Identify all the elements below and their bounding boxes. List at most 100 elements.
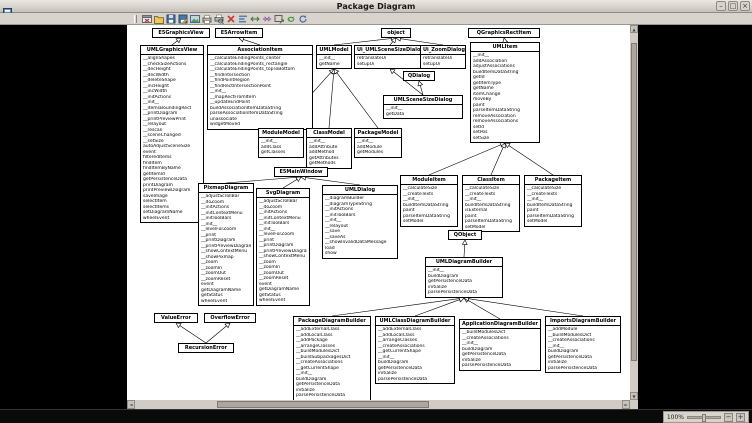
scroll-left-icon[interactable]: ◄ [127,400,135,409]
method-list: __calculateSize__createTexts__init__buil… [463,185,519,231]
method-name: wheelEvent [201,299,251,305]
uml-class-UMLSceneSizeDialog[interactable]: UMLSceneSizeDialog__init__getData [383,95,463,119]
method-list: __init__addModulegetModules [355,138,401,157]
zoom-slider-handle[interactable] [702,414,706,422]
delete-shape-icon[interactable] [225,14,237,25]
method-list: __adjustScrollBar__doZoom__initActions__… [257,198,309,305]
uml-class-QGraphicsRectItem[interactable]: QGraphicsRectItem [468,28,540,38]
uml-class-UMLClassDiagramBuilder[interactable]: UMLClassDiagramBuilder__addExternalClass… [375,316,455,384]
method-name: parsePersistenceData [548,366,618,372]
relayout-icon[interactable] [285,14,297,25]
method-name: getName [319,62,349,68]
load-diagram-icon[interactable] [153,14,165,25]
save-as-icon[interactable] [177,14,189,25]
method-list: __alignShapes__checkSizeActions__decHeig… [141,55,203,222]
uml-class-AssociationItem[interactable]: AssociationItem__calculateEndingPoints_c… [207,45,313,130]
workspace: E5GraphicsView E5ArrowItem object QGraphics… [0,25,752,409]
uml-class-UMLDialog[interactable]: UMLDialog__diagramBuilder__diagramTypeSt… [322,185,398,259]
uml-class-PixmapDiagram[interactable]: PixmapDiagram__adjustScrollBar__doZoom__… [198,183,254,306]
uml-class-PackageItem[interactable]: PackageItem__calculateSize__createTexts_… [524,175,582,227]
method-list: __adjustScrollBar__doZoom__initActions__… [199,193,253,305]
scroll-up-icon[interactable]: ▲ [630,25,638,33]
zoom-in-button[interactable]: + [736,413,745,422]
maximize-button[interactable]: □ [728,1,738,11]
uml-class-OverflowError[interactable]: OverflowError [204,313,256,323]
uml-class-E5MainWindow[interactable]: E5MainWindow [274,167,328,177]
method-name: widgetMoved [210,122,310,128]
uml-class-Ui_ZoomDialog[interactable]: Ui_ZoomDialogretranslateUisetupUi [420,45,466,69]
uml-class-RecursionError[interactable]: RecursionError [178,343,234,353]
class-name: object [382,29,410,37]
class-name: Ui_ZoomDialog [421,46,465,55]
uml-class-SvgDiagram[interactable]: SvgDiagram__adjustScrollBar__doZoom__ini… [256,188,310,306]
method-name: show [325,251,395,257]
uml-class-QObject[interactable]: QObject [448,230,482,240]
close-button[interactable]: × [740,1,750,11]
uml-class-UMLGraphicsView[interactable]: UMLGraphicsView__alignShapes__checkSizeA… [140,45,204,223]
class-name: QGraphicsRectItem [469,29,539,37]
zoom-value-label: 100% [667,414,684,421]
uml-class-E5GraphicsView[interactable]: E5GraphicsView [152,28,210,38]
scroll-down-icon[interactable]: ▼ [630,392,638,400]
vertical-scroll-thumb[interactable] [631,43,637,361]
minimize-button[interactable]: – [716,1,726,11]
scrollbar-corner [630,400,638,409]
save-diagram-icon[interactable] [165,14,177,25]
method-name: getClasses [261,150,301,156]
uml-class-ModuleModel[interactable]: ModuleModel__init__addClassgetClasses [258,128,304,158]
uml-class-ImportsDiagramBuilder[interactable]: ImportsDiagramBuilder__addModule__buildM… [545,316,621,373]
uml-class-ApplicationDiagramBuilder[interactable]: ApplicationDiagramBuilder__buildModulesD… [459,319,541,371]
rescan-icon[interactable] [297,14,309,25]
class-name: QObject [449,231,481,239]
class-name: PackageItem [525,176,581,185]
uml-class-E5ArrowItem[interactable]: E5ArrowItem [215,28,263,38]
class-name: ClassModel [307,129,351,138]
horizontal-scroll-thumb[interactable] [217,401,429,408]
toolbar [0,13,752,25]
uml-class-ValueError[interactable]: ValueError [154,313,198,323]
diagram-canvas[interactable]: E5GraphicsView E5ArrowItem object QGraphics… [127,25,630,400]
uml-class-PackageModel[interactable]: PackageModel__init__addModulegetModules [354,128,402,158]
uml-class-ModuleItem[interactable]: ModuleItem__calculateSize__createTexts__… [400,175,458,227]
class-name: OverflowError [205,314,255,322]
class-name: UMLGraphicsView [141,46,203,55]
class-name: PixmapDiagram [199,184,253,193]
set-size-icon[interactable] [273,14,285,25]
titlebar[interactable]: Package Diagram – □ × [0,0,752,13]
window-title: Package Diagram [0,0,752,13]
window-buttons: – □ × [716,1,750,11]
class-name: UMLItem [471,43,539,52]
uml-class-object[interactable]: object [381,28,411,38]
uml-class-UMLDiagramBuilder[interactable]: UMLDiagramBuilder__init__buildDiagramget… [425,257,503,298]
class-name: UMLDialog [323,186,397,195]
vertical-scrollbar[interactable]: ▲ ▼ [630,25,638,400]
align-shapes-icon[interactable] [237,14,249,25]
uml-class-UMLItem[interactable]: UMLItem__init__addAssociationadjustAssoc… [470,42,540,143]
class-name: E5ArrowItem [216,29,262,37]
decrease-size-icon[interactable] [261,14,273,25]
scroll-right-icon[interactable]: ► [622,400,630,409]
uml-class-UMLModel[interactable]: UMLModel__init__getName [316,45,352,69]
method-name: parsePersistenceData [296,393,368,399]
uml-class-ClassItem[interactable]: ClassItem__calculateSize__createTexts__i… [462,175,520,232]
increase-size-icon[interactable] [249,14,261,25]
zoom-out-button[interactable]: − [724,413,733,422]
print-preview-icon[interactable] [213,14,225,25]
class-name: Ui_UMLSceneSizeDialog [355,46,425,55]
uml-class-QDialog[interactable]: QDialog [403,71,435,81]
save-image-icon[interactable] [189,14,201,25]
method-name: __showInvalidDataMessage [325,240,395,246]
print-icon[interactable] [201,14,213,25]
method-name: getData [386,112,460,118]
toolbar-handle[interactable] [134,15,137,23]
method-name: parsePersistenceData [378,377,452,383]
uml-class-Ui_UMLSceneSizeDialog[interactable]: Ui_UMLSceneSizeDialogretranslateUisetupU… [354,45,426,69]
horizontal-scrollbar[interactable]: ◄ ► [127,400,630,409]
class-name: E5MainWindow [275,168,327,176]
window-close-icon[interactable] [141,14,153,25]
uml-class-PackageDiagramBuilder[interactable]: PackageDiagramBuilder__addExternalClass_… [293,316,371,400]
method-list: __buildModulesDict__createAssociations__… [460,329,540,370]
uml-class-ClassModel[interactable]: ClassModel__init__addAttributeaddMethodg… [306,128,352,169]
zoom-slider[interactable] [687,416,721,419]
class-name: UMLClassDiagramBuilder [376,317,454,326]
